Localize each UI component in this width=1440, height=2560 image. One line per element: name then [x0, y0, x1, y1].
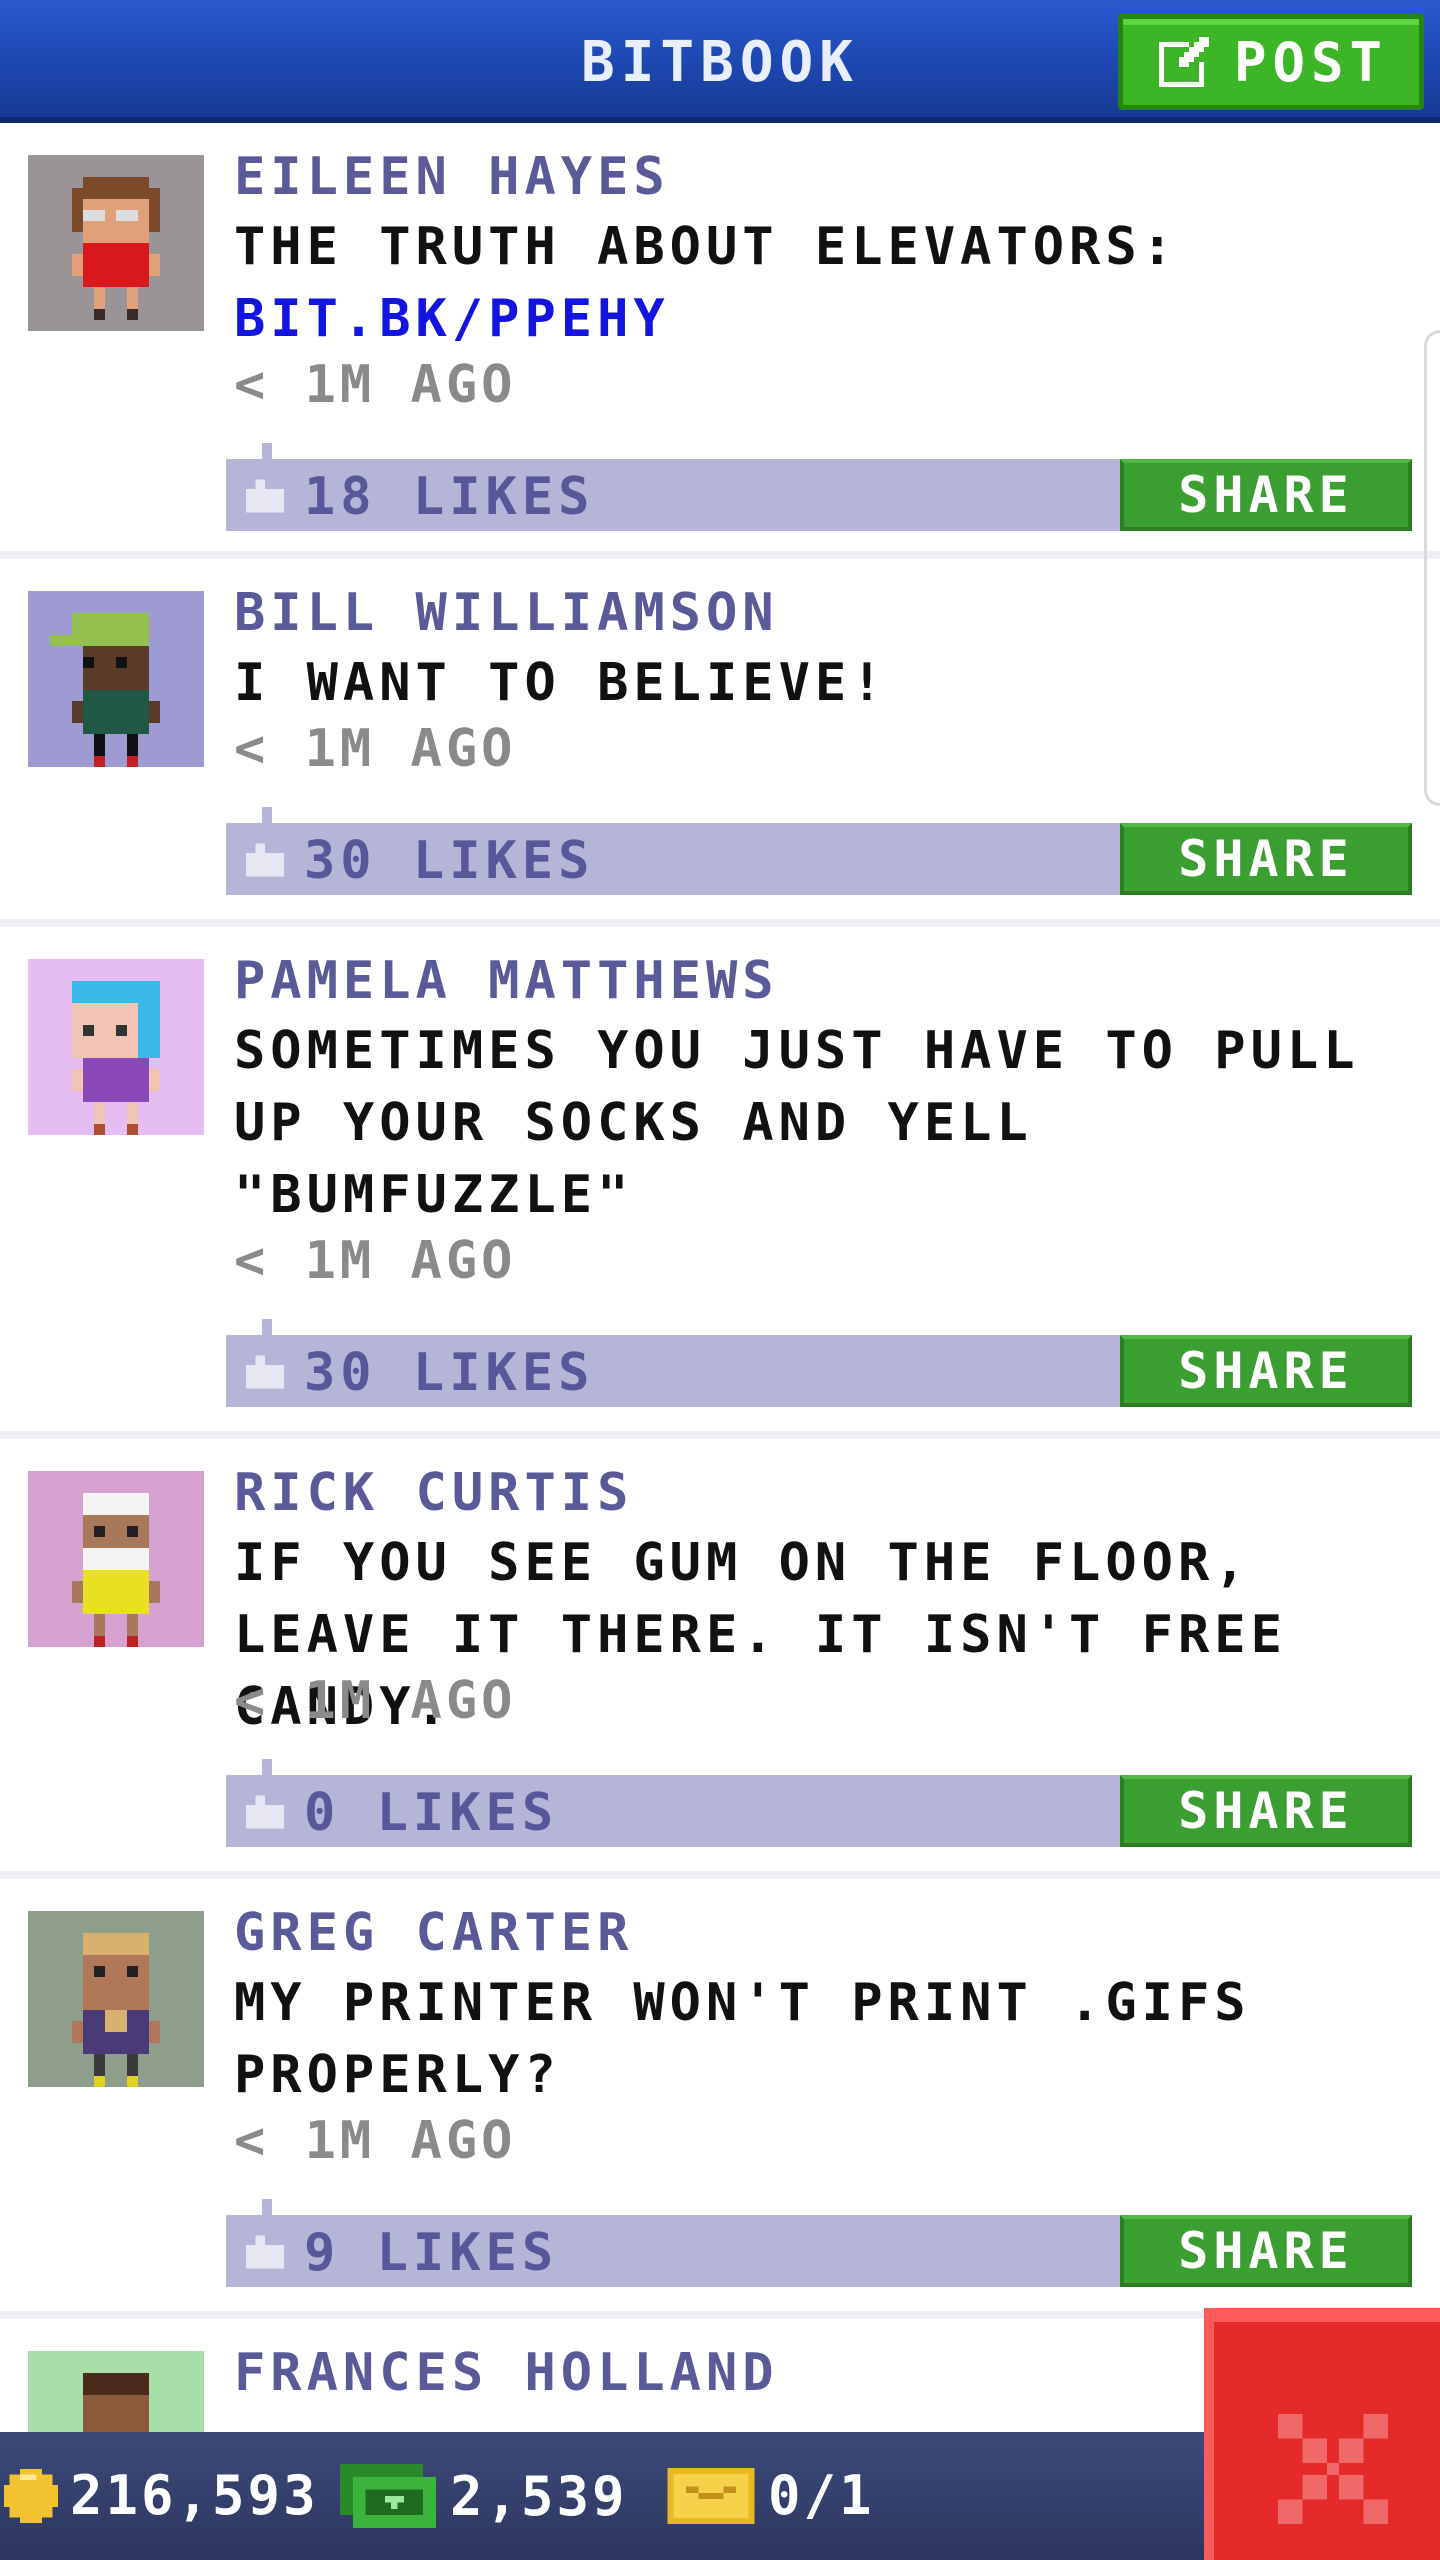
post-author[interactable]: PAMELA MATTHEWS — [234, 951, 779, 1011]
share-button[interactable]: SHARE — [1120, 1335, 1412, 1407]
like-bar: 30 LIKES SHARE — [226, 807, 1412, 895]
post-author[interactable]: GREG CARTER — [234, 1903, 633, 1963]
thumbs-up-icon[interactable] — [246, 1355, 284, 1389]
post-button-label: POST — [1233, 30, 1389, 94]
avatar — [28, 1471, 204, 1647]
post-button[interactable]: POST — [1118, 14, 1424, 110]
bux-balance: 2,539 — [338, 2464, 628, 2528]
like-count: 30 LIKES — [304, 1343, 595, 1403]
post-time: < 1M AGO — [234, 2111, 517, 2171]
post-time: < 1M AGO — [234, 719, 517, 779]
feed-post: BILL WILLIAMSON I WANT TO BELIEVE! < 1M … — [0, 559, 1440, 927]
close-button[interactable] — [1204, 2308, 1440, 2560]
like-bar: 18 LIKES SHARE — [226, 443, 1412, 531]
coin-amount: 216,593 — [70, 2464, 319, 2527]
coin-icon — [4, 2468, 58, 2523]
bux-amount: 2,539 — [450, 2464, 628, 2528]
thumbs-up-icon[interactable] — [246, 843, 284, 877]
ticket-amount: 0/1 — [768, 2464, 875, 2527]
thumbs-up-icon[interactable] — [246, 479, 284, 513]
post-text: I WANT TO BELIEVE! — [234, 653, 888, 713]
thumbs-up-icon[interactable] — [246, 2235, 284, 2269]
like-count: 0 LIKES — [304, 1783, 559, 1843]
post-text-body: THE TRUTH ABOUT ELEVATORS: — [234, 217, 1178, 277]
avatar — [28, 959, 204, 1135]
close-icon — [1278, 2414, 1388, 2524]
feed-post: EILEEN HAYES THE TRUTH ABOUT ELEVATORS: … — [0, 123, 1440, 559]
ticket-icon — [667, 2467, 755, 2524]
share-button[interactable]: SHARE — [1120, 2215, 1412, 2287]
post-time: < 1M AGO — [234, 1671, 517, 1731]
post-text: THE TRUTH ABOUT ELEVATORS: BIT.BK/PPEHY — [234, 211, 1414, 355]
share-button[interactable]: SHARE — [1120, 459, 1412, 531]
bux-icon — [340, 2464, 436, 2528]
share-button[interactable]: SHARE — [1120, 823, 1412, 895]
post-time: < 1M AGO — [234, 1231, 517, 1291]
like-count: 30 LIKES — [304, 831, 595, 891]
feed-post: PAMELA MATTHEWS SOMETIMES YOU JUST HAVE … — [0, 927, 1440, 1439]
thumbs-up-icon[interactable] — [246, 1795, 284, 1829]
feed-list: EILEEN HAYES THE TRUTH ABOUT ELEVATORS: … — [0, 123, 1440, 2527]
like-count: 9 LIKES — [304, 2223, 559, 2283]
coin-balance: 216,593 — [4, 2464, 319, 2527]
post-link[interactable]: BIT.BK/PPEHY — [234, 283, 1414, 355]
app-header: BITBOOK POST — [0, 0, 1440, 123]
avatar — [28, 155, 204, 331]
post-author[interactable]: BILL WILLIAMSON — [234, 583, 779, 643]
avatar — [28, 591, 204, 767]
post-text: SOMETIMES YOU JUST HAVE TO PULL UP YOUR … — [234, 1021, 1360, 1225]
ticket-count: 0/1 — [666, 2464, 875, 2527]
post-author[interactable]: FRANCES HOLLAND — [234, 2343, 779, 2403]
post-author[interactable]: RICK CURTIS — [234, 1463, 633, 1523]
feed-post: RICK CURTIS IF YOU SEE GUM ON THE FLOOR,… — [0, 1439, 1440, 1879]
like-bar: 9 LIKES SHARE — [226, 2199, 1412, 2287]
post-text: MY PRINTER WON'T PRINT .GIFS PROPERLY? — [234, 1973, 1251, 2105]
post-author[interactable]: EILEEN HAYES — [234, 147, 670, 207]
scrollbar[interactable] — [1424, 330, 1440, 806]
share-button[interactable]: SHARE — [1120, 1775, 1412, 1847]
feed-post: GREG CARTER MY PRINTER WON'T PRINT .GIFS… — [0, 1879, 1440, 2319]
avatar — [28, 1911, 204, 2087]
edit-icon — [1158, 37, 1209, 87]
post-time: < 1M AGO — [234, 355, 517, 415]
like-bar: 0 LIKES SHARE — [226, 1759, 1412, 1847]
like-bar: 30 LIKES SHARE — [226, 1319, 1412, 1407]
like-count: 18 LIKES — [304, 467, 595, 527]
